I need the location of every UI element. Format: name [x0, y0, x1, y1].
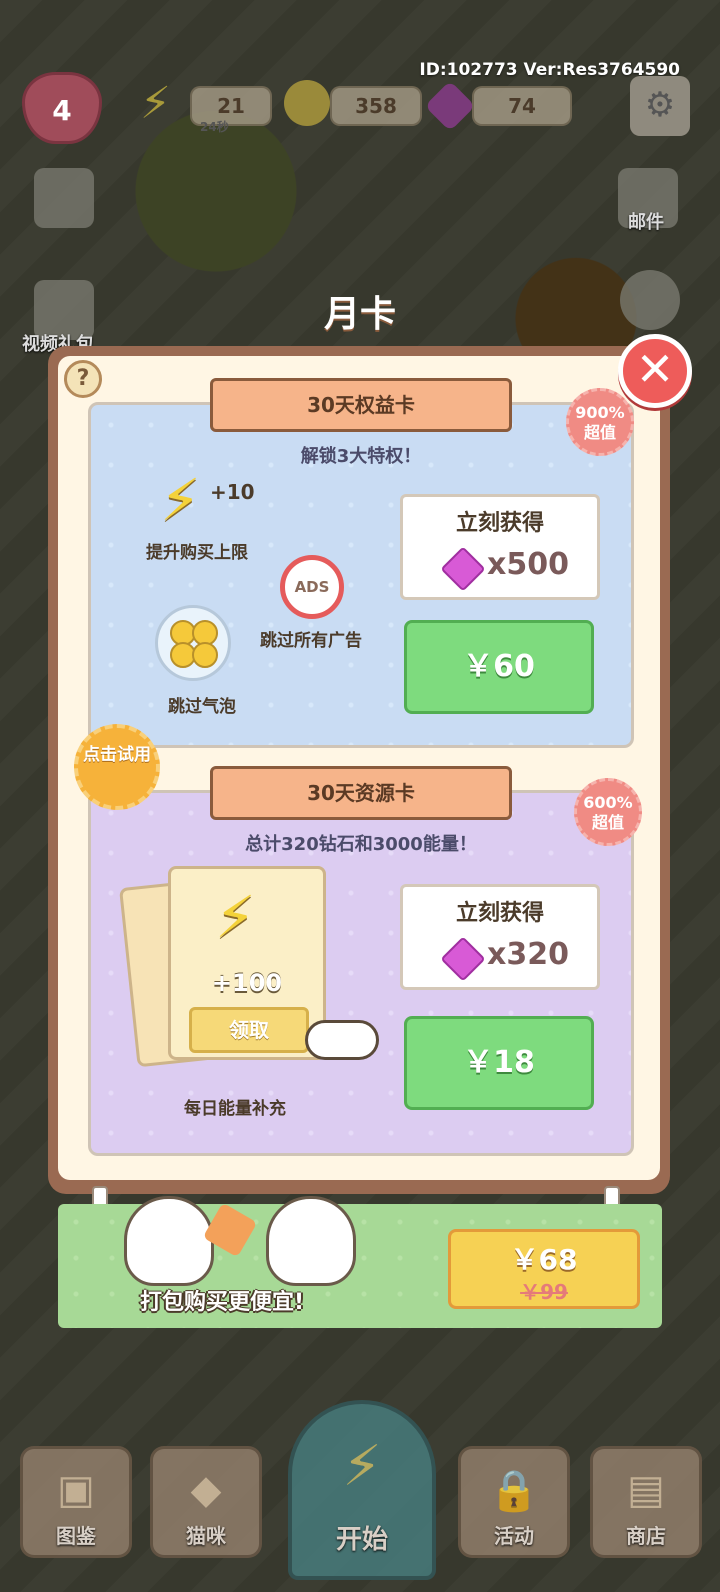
nav-shop-label: 商店: [626, 1524, 666, 1548]
lives-count: 4: [52, 94, 72, 127]
energy-bolt-icon: ⚡: [140, 78, 171, 129]
start-bolt-icon: ⚡: [342, 1434, 382, 1499]
close-button[interactable]: ✕: [618, 334, 692, 408]
nav-shop-button[interactable]: ▤ 商店: [590, 1446, 702, 1558]
badge-word: 超值: [583, 423, 616, 442]
gem-icon: [440, 546, 486, 592]
resources-ribbon: 30天资源卡: [195, 766, 527, 820]
modal-title: 月卡: [323, 294, 396, 335]
shop-icon: ▤: [627, 1467, 665, 1513]
benefits-instant-title: 立刻获得: [455, 511, 544, 536]
try-badge[interactable]: 点击试用: [74, 724, 160, 810]
nav-events-button[interactable]: 🔒 活动: [458, 1446, 570, 1558]
bundle-text: 打包购买更便宜!: [140, 1290, 305, 1315]
benefits-value-badge: 900% 超值: [566, 388, 634, 456]
bundle-buy-button[interactable]: ￥68 ￥99: [448, 1229, 640, 1309]
nav-catalog-label: 图鉴: [56, 1524, 96, 1548]
nav-cats-label: 猫咪: [186, 1524, 226, 1548]
cat-icon: ◆: [190, 1467, 222, 1513]
nav-catalog-button[interactable]: ▣ 图鉴: [20, 1446, 132, 1558]
buy-limit-plus: +10: [210, 480, 255, 504]
benefits-gem-amount: x500: [487, 547, 569, 582]
no-ads-icon: ADS: [280, 555, 344, 619]
benefits-subtitle: 解锁3大特权！: [300, 446, 422, 467]
white-cat-icon: [124, 1196, 214, 1286]
bubble-coins-icon: [155, 605, 231, 681]
bundle-old-price: ￥99: [520, 1280, 568, 1304]
coin-icon: [284, 80, 330, 126]
claim-button[interactable]: 领取: [189, 1007, 309, 1053]
energy-value: 21: [217, 94, 245, 118]
buy-limit-bolt-icon: ⚡: [160, 466, 201, 534]
resources-instant-box: 立刻获得 x320: [400, 884, 600, 990]
skip-ads-label: 跳过所有广告: [260, 631, 362, 651]
energy-timer: 24秒: [200, 120, 229, 134]
benefits-instant-box: 立刻获得 x500: [400, 494, 600, 600]
settings-gear-icon[interactable]: ⚙: [630, 76, 690, 136]
start-label: 开始: [335, 1525, 388, 1555]
white-cat-icon: [266, 1196, 356, 1286]
coin-counter[interactable]: 358: [330, 86, 422, 126]
resources-subtitle: 总计320钻石和3000能量！: [245, 834, 477, 855]
nav-cats-button[interactable]: ◆ 猫咪: [150, 1446, 262, 1558]
help-button[interactable]: ?: [64, 360, 102, 398]
resources-buy-button[interactable]: ￥18: [404, 1016, 594, 1110]
lives-heart-icon[interactable]: 4: [22, 72, 102, 144]
daily-energy-amount: +100: [211, 969, 283, 997]
daily-energy-card: ⚡ +100 领取: [168, 866, 326, 1060]
skip-bubble-label: 跳过气泡: [168, 697, 236, 717]
gem-icon: [440, 936, 486, 982]
badge-word: 超值: [591, 813, 624, 832]
energy-bolt-icon: ⚡: [215, 883, 256, 951]
pointing-glove-icon: [305, 1020, 379, 1060]
daily-energy-label: 每日能量补充: [184, 1099, 286, 1119]
nav-events-label: 活动: [494, 1524, 534, 1548]
badge-percent: 900%: [575, 403, 625, 422]
start-button[interactable]: ⚡ 开始: [288, 1400, 436, 1580]
buy-limit-label: 提升购买上限: [146, 543, 248, 563]
gem-counter[interactable]: 74: [472, 86, 572, 126]
star-jar-icon[interactable]: [34, 168, 94, 228]
lock-icon: 🔒: [489, 1468, 539, 1514]
gem-value: 74: [508, 94, 536, 118]
resources-value-badge: 600% 超值: [574, 778, 642, 846]
resources-instant-title: 立刻获得: [455, 901, 544, 926]
badge-percent: 600%: [583, 793, 633, 812]
mail-label: 邮件: [628, 212, 664, 233]
bundle-price: ￥68: [510, 1243, 578, 1276]
book-icon: ▣: [57, 1467, 95, 1513]
benefits-buy-button[interactable]: ￥60: [404, 620, 594, 714]
resources-gem-amount: x320: [487, 937, 569, 972]
benefits-ribbon: 30天权益卡: [195, 378, 527, 432]
coin-value: 358: [355, 94, 397, 118]
